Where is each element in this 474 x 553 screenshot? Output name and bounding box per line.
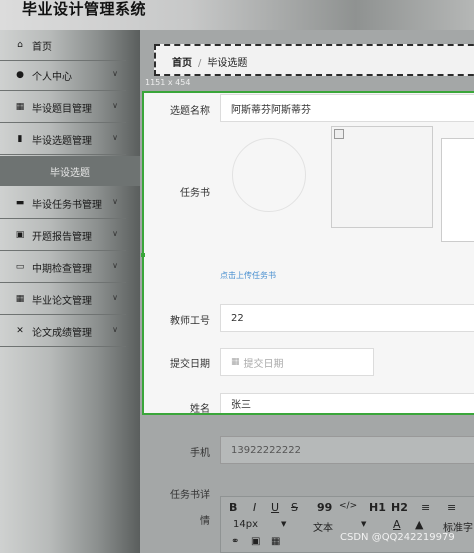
phone-label: 手机 — [190, 448, 210, 459]
ordered-list-button[interactable]: ≡ — [421, 501, 430, 514]
topic-label: 选题名称 — [170, 106, 210, 117]
sidebar-item-label: 毕设任务书管理 — [32, 199, 102, 211]
app-title: 毕业设计管理系统 — [22, 0, 147, 18]
quote-button[interactable]: 99 — [317, 501, 332, 514]
chevron-down-icon: ∨ — [112, 325, 118, 334]
sidebar-subitem-active[interactable]: 毕设选题 — [0, 156, 140, 186]
task-image-preview[interactable] — [331, 126, 433, 228]
task-detail-label-cont: 情 — [200, 516, 210, 527]
upload-link[interactable]: 点击上传任务书 — [220, 270, 276, 281]
sidebar-item-label: 中期检查管理 — [32, 263, 92, 275]
selection-size-label: 1151 x 454 — [145, 78, 191, 87]
font-size-select[interactable]: 14px — [233, 519, 258, 530]
sidebar-item[interactable]: ✕ 论文成绩管理 ∨ — [0, 316, 126, 347]
sidebar-item-label: 个人中心 — [32, 71, 72, 83]
home-icon: ⌂ — [17, 40, 23, 50]
chevron-down-icon: ∨ — [112, 229, 118, 238]
clipboard-icon: ▣ — [15, 230, 25, 240]
bold-button[interactable]: B — [229, 501, 237, 514]
table-icon[interactable]: ▦ — [271, 536, 280, 547]
chevron-down-icon: ∨ — [112, 293, 118, 302]
monitor-icon: ▭ — [15, 262, 25, 272]
sidebar-item[interactable]: ▬ 毕设任务书管理 ∨ — [0, 188, 126, 219]
sidebar-item-label: 毕业论文管理 — [32, 295, 92, 307]
comment-icon: ▬ — [15, 198, 25, 208]
sidebar-item-label: 论文成绩管理 — [32, 327, 92, 339]
name-input[interactable]: 张三 — [220, 393, 474, 413]
teacher-id-label: 教师工号 — [170, 316, 210, 327]
h2-button[interactable]: H2 — [391, 501, 408, 514]
briefcase-icon: ✕ — [16, 326, 24, 336]
user-icon: ● — [16, 70, 24, 80]
chevron-down-icon: ▼ — [361, 520, 367, 528]
sidebar-item-label: 首页 — [32, 41, 52, 53]
strikethrough-button[interactable]: S — [291, 501, 298, 514]
submit-date-picker[interactable]: ▦ 提交日期 — [220, 348, 374, 376]
submit-date-placeholder: 提交日期 — [243, 358, 284, 370]
sidebar-item[interactable]: ▮ 毕设选题管理 ∨ — [0, 124, 126, 155]
breadcrumb-current: 毕设选题 — [207, 58, 248, 69]
breadcrumb-separator: / — [198, 58, 202, 69]
link-icon[interactable]: ⚭ — [231, 536, 239, 547]
sidebar-item[interactable]: ▣ 开题报告管理 ∨ — [0, 220, 126, 251]
breadcrumb: 首页 / 毕设选题 — [154, 44, 474, 76]
broken-image-icon — [334, 129, 344, 139]
chevron-down-icon: ∨ — [112, 101, 118, 110]
resize-handle[interactable] — [141, 253, 145, 257]
chart-icon: ▮ — [17, 134, 23, 144]
chevron-down-icon: ∨ — [112, 197, 118, 206]
sidebar-item-label: 开题报告管理 — [32, 231, 92, 243]
app-header: 毕业设计管理系统 — [0, 0, 474, 30]
bullet-list-button[interactable]: ≡ — [447, 501, 456, 514]
text-style-select[interactable]: 文本 — [313, 519, 333, 534]
submit-date-label: 提交日期 — [170, 359, 210, 370]
task-image-preview-2[interactable] — [441, 138, 474, 242]
sidebar-item[interactable]: ▭ 中期检查管理 ∨ — [0, 252, 126, 283]
italic-button[interactable]: I — [253, 501, 256, 514]
phone-input[interactable]: 13922222222 — [220, 436, 474, 464]
font-color-icon[interactable]: A — [393, 518, 401, 531]
chevron-down-icon: ∨ — [112, 133, 118, 142]
rich-text-editor[interactable]: B I U S 99 </> H1 H2 ≡ ≡ 14px ▼ 文本 ▼ A ▲… — [220, 496, 474, 553]
teacher-id-input[interactable]: 22 — [220, 304, 474, 332]
h1-button[interactable]: H1 — [369, 501, 386, 514]
sidebar-item-label: 毕设选题管理 — [32, 135, 92, 147]
upload-area[interactable] — [232, 138, 306, 212]
breadcrumb-home[interactable]: 首页 — [172, 58, 192, 69]
sidebar-item[interactable]: ▦ 毕业论文管理 ∨ — [0, 284, 126, 315]
underline-button[interactable]: U — [271, 501, 279, 514]
code-button[interactable]: </> — [339, 501, 357, 511]
name-label: 姓名 — [190, 404, 210, 415]
chevron-down-icon: ∨ — [112, 69, 118, 78]
watermark: CSDN @QQ242219979 — [340, 532, 455, 543]
sidebar-item[interactable]: ▦ 毕设题目管理 ∨ — [0, 92, 126, 123]
calendar-icon: ▦ — [231, 357, 240, 367]
sidebar-item[interactable]: ⌂ 首页 — [0, 30, 126, 61]
image-icon[interactable]: ▣ — [251, 536, 260, 547]
task-label: 任务书 — [180, 188, 210, 199]
highlight-icon[interactable]: ▲ — [415, 518, 423, 531]
grid-icon: ▦ — [15, 102, 25, 112]
sidebar-item-label: 毕设题目管理 — [32, 103, 92, 115]
task-detail-label: 任务书详 — [170, 490, 210, 501]
chevron-down-icon: ∨ — [112, 261, 118, 270]
topic-input[interactable]: 阿斯蒂芬阿斯蒂芬 — [220, 94, 474, 122]
sidebar-item[interactable]: ● 个人中心 ∨ — [0, 60, 126, 91]
chevron-down-icon: ▼ — [281, 520, 287, 528]
grid-icon: ▦ — [15, 294, 25, 304]
